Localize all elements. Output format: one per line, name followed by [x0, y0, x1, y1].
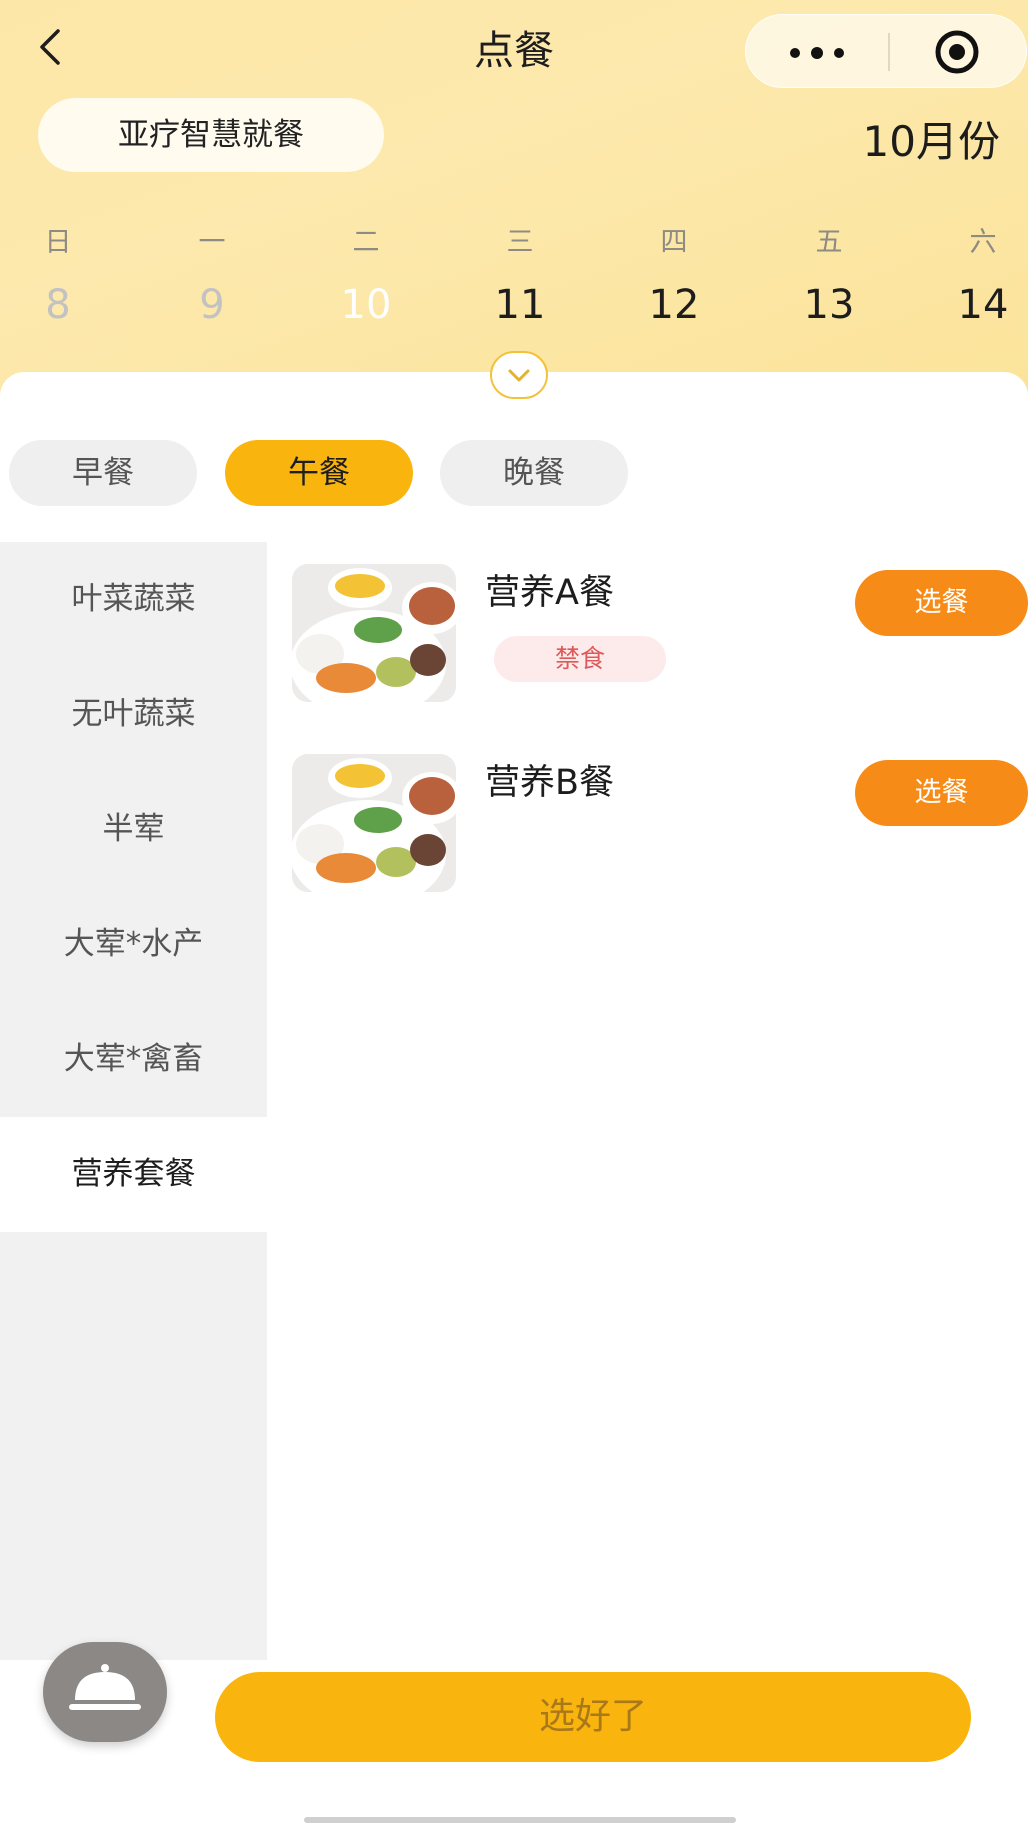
dish-item: 营养B餐 选餐 — [267, 754, 1028, 924]
weekday-label: 二 — [352, 227, 380, 258]
calendar-date[interactable]: 13 — [784, 271, 874, 339]
calendar-date-selected[interactable]: 10 — [321, 263, 411, 349]
dish-name: 营养B餐 — [485, 763, 615, 803]
month-label: 10月份 — [862, 117, 1000, 166]
category-non-leafy-vegetables[interactable]: 无叶蔬菜 — [0, 657, 267, 772]
weekday-label: 一 — [198, 227, 226, 258]
capsule-divider — [888, 33, 890, 71]
tab-dinner[interactable]: 晚餐 — [440, 440, 628, 506]
mini-program-capsule — [745, 14, 1027, 88]
dish-tag: 禁食 — [494, 636, 666, 682]
tab-lunch[interactable]: 午餐 — [225, 440, 413, 506]
tray-button[interactable] — [43, 1642, 167, 1742]
category-sidebar: 叶菜蔬菜 无叶蔬菜 半荤 大荤*水产 大荤*禽畜 营养套餐 — [0, 542, 267, 1660]
calendar-date[interactable]: 11 — [475, 271, 565, 339]
dish-image — [292, 564, 456, 702]
category-leafy-vegetables[interactable]: 叶菜蔬菜 — [0, 542, 267, 657]
calendar-date[interactable]: 14 — [938, 271, 1028, 339]
canteen-name[interactable]: 亚疗智慧就餐 — [38, 98, 384, 172]
target-close-icon — [935, 30, 979, 74]
dish-image — [292, 754, 456, 892]
weekday-label: 六 — [969, 227, 997, 258]
calendar-date[interactable]: 12 — [629, 271, 719, 339]
more-button[interactable] — [764, 15, 869, 89]
calendar-date: 8 — [45, 282, 71, 328]
tab-breakfast[interactable]: 早餐 — [9, 440, 197, 506]
weekday-label: 四 — [660, 227, 688, 258]
confirm-selection-button[interactable]: 选好了 — [215, 1672, 971, 1762]
expand-calendar-button[interactable] — [490, 351, 548, 399]
more-dots-icon — [790, 48, 800, 58]
weekday-label: 日 — [44, 227, 72, 258]
category-nutrition-set[interactable]: 营养套餐 — [0, 1117, 267, 1232]
chevron-down-icon — [508, 369, 530, 382]
category-meat-seafood[interactable]: 大荤*水产 — [0, 887, 267, 1002]
category-half-meat[interactable]: 半荤 — [0, 772, 267, 887]
weekday-label: 五 — [815, 227, 843, 258]
home-indicator — [304, 1817, 736, 1823]
dish-name: 营养A餐 — [485, 573, 614, 613]
food-cloche-icon — [69, 1664, 141, 1710]
select-dish-button[interactable]: 选餐 — [855, 570, 1028, 636]
category-meat-poultry[interactable]: 大荤*禽畜 — [0, 1002, 267, 1117]
select-dish-button[interactable]: 选餐 — [855, 760, 1028, 826]
weekday-label: 三 — [506, 227, 534, 258]
close-button[interactable] — [934, 29, 980, 75]
dish-item: 营养A餐 禁食 选餐 — [267, 564, 1028, 734]
calendar-date: 9 — [199, 282, 225, 328]
